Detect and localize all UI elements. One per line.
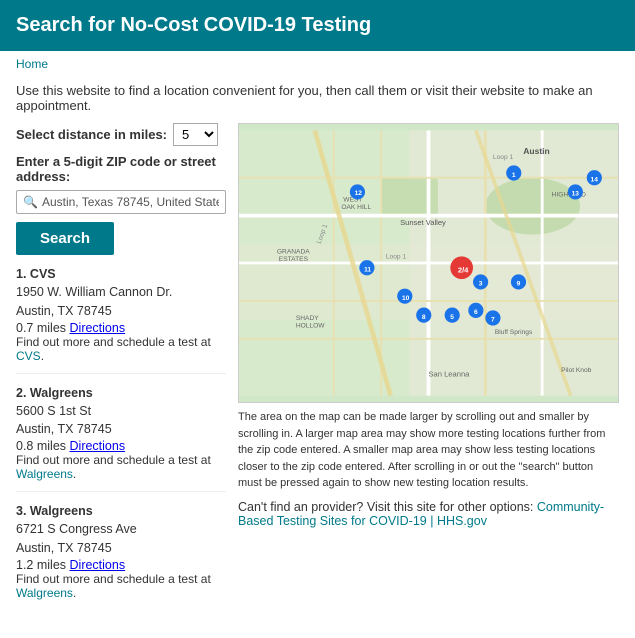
site-link-2[interactable]: Walgreens	[16, 467, 73, 481]
svg-text:12: 12	[355, 190, 363, 197]
cant-find-section: Can't find an provider? Visit this site …	[238, 500, 619, 528]
svg-text:HOLLOW: HOLLOW	[296, 322, 325, 329]
site-link-1[interactable]: CVS	[16, 349, 41, 363]
zip-input[interactable]	[42, 195, 219, 209]
left-panel: Select distance in miles: 1 2 5 10 25 50…	[16, 123, 226, 622]
location-distance-2: 0.8 miles Directions	[16, 439, 226, 453]
intro-text: Use this website to find a location conv…	[0, 77, 635, 123]
svg-text:San Leanna: San Leanna	[429, 370, 471, 379]
home-link[interactable]: Home	[16, 57, 48, 71]
location-name-3: 3. Walgreens	[16, 504, 226, 518]
map-caption: The area on the map can be made larger b…	[238, 409, 619, 492]
svg-text:SHADY: SHADY	[296, 315, 319, 322]
location-name-2: 2. Walgreens	[16, 386, 226, 400]
map-svg: Austin WEST OAK HILL GRANADA ESTATES Sun…	[239, 124, 618, 402]
svg-text:Pilot Knob: Pilot Knob	[561, 367, 592, 374]
location-desc-1: Find out more and schedule a test at CVS…	[16, 335, 226, 363]
location-address-1: 1950 W. William Cannon Dr. Austin, TX 78…	[16, 283, 226, 321]
svg-text:Sunset Valley: Sunset Valley	[400, 218, 446, 227]
distance-label: Select distance in miles:	[16, 127, 167, 142]
search-input-wrapper: 🔍	[16, 190, 226, 214]
site-link-3[interactable]: Walgreens	[16, 586, 73, 600]
svg-text:8: 8	[422, 314, 426, 321]
page-title: Search for No-Cost COVID-19 Testing	[16, 14, 371, 36]
location-distance-3: 1.2 miles Directions	[16, 558, 226, 572]
directions-link-3[interactable]: Directions	[70, 558, 126, 572]
location-distance-1: 0.7 miles Directions	[16, 321, 226, 335]
svg-text:5: 5	[450, 314, 454, 321]
distance-select[interactable]: 1 2 5 10 25 50	[173, 123, 218, 146]
list-item: 1. CVS 1950 W. William Cannon Dr. Austin…	[16, 267, 226, 374]
location-name-1: 1. CVS	[16, 267, 226, 281]
svg-text:13: 13	[572, 191, 580, 198]
svg-text:3: 3	[479, 281, 483, 288]
list-item: 2. Walgreens 5600 S 1st St Austin, TX 78…	[16, 386, 226, 493]
svg-text:GRANADA: GRANADA	[277, 249, 310, 256]
location-address-2: 5600 S 1st St Austin, TX 78745	[16, 402, 226, 440]
location-desc-2: Find out more and schedule a test at Wal…	[16, 453, 226, 481]
svg-text:Loop 1: Loop 1	[386, 253, 407, 260]
page-header: Search for No-Cost COVID-19 Testing	[0, 0, 635, 51]
map-container[interactable]: Austin WEST OAK HILL GRANADA ESTATES Sun…	[238, 123, 619, 403]
right-panel: Austin WEST OAK HILL GRANADA ESTATES Sun…	[238, 123, 619, 622]
svg-text:6: 6	[474, 309, 478, 316]
svg-text:OAK HILL: OAK HILL	[341, 204, 371, 211]
list-item: 3. Walgreens 6721 S Congress Ave Austin,…	[16, 504, 226, 610]
svg-text:10: 10	[402, 295, 410, 302]
svg-text:9: 9	[517, 281, 521, 288]
location-desc-3: Find out more and schedule a test at Wal…	[16, 572, 226, 600]
content-area: Select distance in miles: 1 2 5 10 25 50…	[0, 123, 635, 622]
svg-text:ESTATES: ESTATES	[279, 256, 309, 263]
svg-text:2/4: 2/4	[458, 265, 469, 274]
search-icon: 🔍	[23, 195, 38, 209]
directions-link-1[interactable]: Directions	[70, 321, 126, 335]
zip-label: Enter a 5-digit ZIP code or street addre…	[16, 154, 226, 184]
svg-text:1: 1	[512, 172, 516, 179]
svg-text:11: 11	[364, 267, 371, 274]
distance-row: Select distance in miles: 1 2 5 10 25 50	[16, 123, 226, 146]
svg-text:Austin: Austin	[523, 146, 550, 156]
directions-link-2[interactable]: Directions	[70, 439, 126, 453]
svg-text:7: 7	[491, 317, 495, 324]
location-address-3: 6721 S Congress Ave Austin, TX 78745	[16, 520, 226, 558]
location-list: 1. CVS 1950 W. William Cannon Dr. Austin…	[16, 267, 226, 610]
svg-text:Loop 1: Loop 1	[493, 154, 514, 161]
svg-text:Bluff Springs: Bluff Springs	[495, 329, 533, 336]
svg-text:14: 14	[591, 177, 599, 184]
search-button[interactable]: Search	[16, 222, 114, 255]
breadcrumb: Home	[0, 51, 635, 77]
